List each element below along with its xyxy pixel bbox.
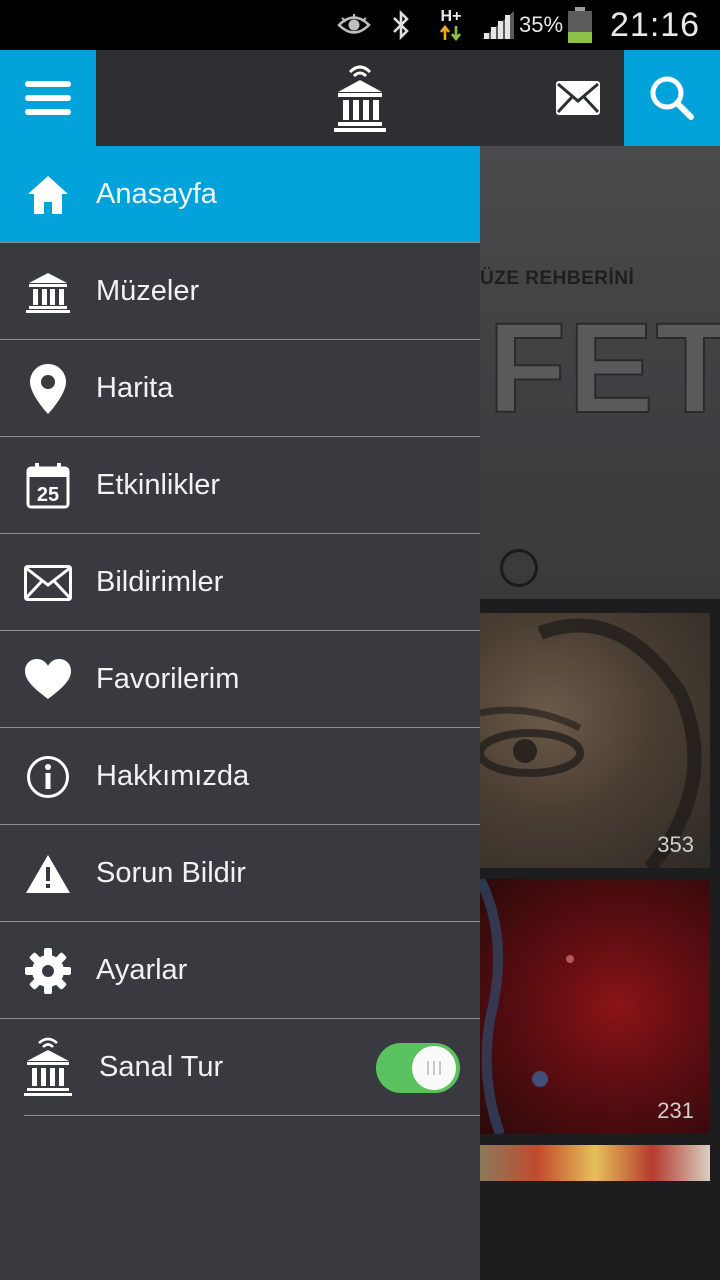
bluetooth-icon: [388, 8, 414, 42]
network-type-label: H+: [440, 8, 462, 25]
nav-label: Müzeler: [96, 275, 200, 307]
svg-text:FET: FET: [488, 297, 720, 424]
divider: [0, 533, 480, 534]
nav-label: Harita: [96, 372, 174, 404]
divider: [0, 630, 480, 631]
nav-item-favorilerim[interactable]: Favorilerim: [0, 630, 480, 728]
app-bar: [0, 50, 720, 146]
mail-button[interactable]: [548, 68, 608, 128]
hamburger-menu-icon: [25, 81, 71, 115]
nav-label: Sorun Bildir: [96, 857, 246, 889]
divider: [0, 1018, 480, 1019]
warning-icon: [22, 848, 74, 900]
nav-item-hakkimizda[interactable]: Hakkımızda: [0, 727, 480, 825]
nav-item-ayarlar[interactable]: Ayarlar: [0, 921, 480, 1019]
nav-label: Hakkımızda: [96, 760, 250, 792]
home-content: ÜZE REHBERİNİ FET 353 231: [480, 146, 720, 1280]
divider: [0, 824, 480, 825]
status-bar: H+ 35% 21:16: [0, 0, 720, 50]
gallery-tile[interactable]: 353: [480, 613, 710, 868]
divider: [0, 339, 480, 340]
divider: [0, 436, 480, 437]
signal-icon: [478, 8, 518, 42]
map-pin-icon: [22, 363, 74, 415]
banner-big-text: FET: [487, 296, 720, 424]
nav-item-anasayfa[interactable]: Anasayfa: [0, 146, 480, 243]
battery-percent: 35%: [519, 12, 564, 37]
battery-icon: [566, 7, 594, 43]
search-icon: [650, 76, 694, 120]
svg-text:25: 25: [37, 484, 59, 506]
sanal-tur-toggle[interactable]: [376, 1043, 460, 1093]
nav-item-sanal-tur[interactable]: Sanal Tur: [0, 1018, 480, 1116]
nav-label: Sanal Tur: [99, 1051, 224, 1083]
nav-item-sorun-bildir[interactable]: Sorun Bildir: [0, 824, 480, 922]
nav-label: Ayarlar: [96, 954, 188, 986]
home-icon: [22, 169, 74, 221]
calendar-icon: 25: [22, 460, 74, 512]
envelope-icon: [22, 557, 74, 609]
info-icon: [22, 751, 74, 803]
screen: H+ 35% 21:16 ÜZE REHBERİNİ FET 353 231 A…: [0, 0, 720, 1280]
tile-count: 231: [657, 1098, 694, 1123]
nav-item-harita[interactable]: Harita: [0, 339, 480, 437]
hplus-data-icon: H+: [434, 8, 468, 42]
nav-label: Etkinlikler: [96, 469, 221, 501]
menu-button[interactable]: [0, 50, 96, 146]
nav-label: Favorilerim: [96, 663, 240, 695]
toggle-knob: [412, 1046, 456, 1090]
clock: 21:16: [610, 6, 701, 44]
nav-item-etkinlikler[interactable]: 25 Etkinlikler: [0, 436, 480, 534]
divider: [24, 1115, 480, 1116]
museum-icon: [22, 266, 74, 318]
tile-count: 353: [657, 832, 694, 857]
nav-item-bildirimler[interactable]: Bildirimler: [0, 533, 480, 631]
banner-text: ÜZE REHBERİNİ: [480, 268, 635, 289]
red-glass-image: [480, 879, 574, 1134]
divider: [0, 242, 480, 243]
divider: [0, 921, 480, 922]
museum-wifi-logo-icon[interactable]: [330, 62, 390, 134]
envelope-icon: [556, 81, 600, 115]
navigation-drawer: Anasayfa Müzeler Harita 25 Etkinlikler B…: [0, 146, 480, 1280]
gallery-tile[interactable]: 231: [480, 879, 710, 1134]
museum-wifi-icon: [22, 1035, 74, 1099]
banner-slider[interactable]: ÜZE REHBERİNİ FET: [480, 146, 720, 599]
search-button[interactable]: [624, 50, 720, 146]
divider: [0, 727, 480, 728]
nav-item-muzeler[interactable]: Müzeler: [0, 242, 480, 340]
slider-dot[interactable]: [500, 549, 538, 587]
nav-label: Anasayfa: [96, 178, 217, 210]
gear-icon: [22, 945, 74, 997]
gallery-tile[interactable]: [480, 1145, 710, 1181]
mosaic-image: [480, 618, 702, 868]
nav-label: Bildirimler: [96, 566, 224, 598]
eye-icon: [336, 8, 372, 42]
heart-icon: [22, 654, 74, 706]
